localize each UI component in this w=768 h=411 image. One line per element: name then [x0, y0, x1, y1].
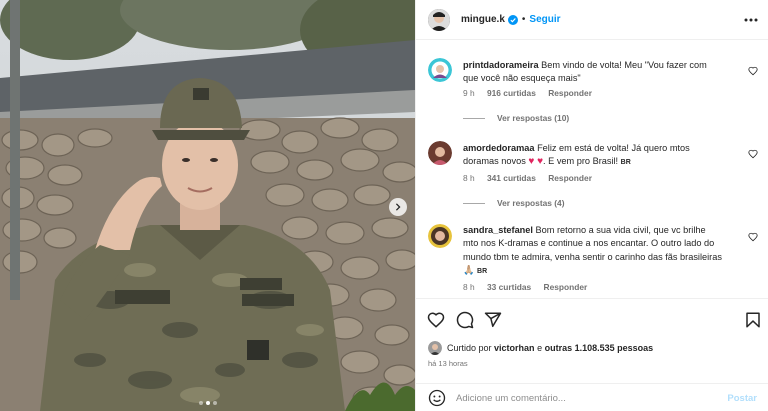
comment-meta: 9 h 916 curtidas Responder — [463, 88, 602, 98]
flag-emoji: BR — [620, 159, 631, 167]
post-header: mingue.k • Seguir — [416, 0, 768, 40]
comment-time: 9 h — [463, 88, 475, 98]
add-comment-bar: Postar — [416, 383, 768, 411]
carousel-dot-active — [205, 401, 210, 405]
liked-by-others[interactable]: outras 1.108.535 pessoas — [545, 343, 654, 353]
heart-icon[interactable] — [427, 311, 445, 329]
commenter-avatar[interactable] — [428, 141, 452, 165]
comment-like-icon[interactable] — [748, 149, 758, 159]
commenter-avatar[interactable] — [428, 58, 452, 82]
comment-username[interactable]: amordedoramaa — [463, 143, 535, 153]
comment-username[interactable]: printdadorameira — [463, 60, 539, 70]
post-photo[interactable] — [0, 0, 415, 411]
post-side-panel: mingue.k • Seguir printdadorameira Bem v… — [415, 0, 768, 411]
author-username[interactable]: mingue.k — [461, 14, 505, 25]
liked-by-and: e — [537, 343, 543, 353]
reply-button[interactable]: Responder — [548, 173, 592, 183]
view-replies-label: Ver respostas (4) — [497, 198, 565, 208]
comment-meta: 8 h 341 curtidas Responder — [463, 173, 602, 183]
reply-button[interactable]: Responder — [544, 282, 588, 292]
comments-list: printdadorameira Bem vindo de volta! Meu… — [416, 41, 768, 297]
post-comment-button[interactable]: Postar — [727, 393, 757, 404]
author-avatar[interactable] — [428, 8, 450, 31]
more-options-icon[interactable] — [743, 12, 759, 28]
soldier-saluting-image — [0, 0, 415, 411]
comment-text: amordedoramaa Feliz em está de volta! Já… — [463, 142, 723, 170]
verified-badge-icon — [507, 14, 518, 25]
replies-line — [463, 117, 485, 119]
comment-text: printdadorameira Bem vindo de volta! Meu… — [463, 59, 723, 86]
commenter-avatar[interactable] — [428, 224, 452, 248]
reply-button[interactable]: Responder — [548, 88, 592, 98]
carousel-next-button[interactable] — [389, 198, 407, 216]
comment-message-end: . E vem pro Brasil! — [543, 156, 619, 167]
comment-username[interactable]: sandra_stefanel — [463, 225, 533, 235]
carousel-dot — [212, 401, 217, 405]
replies-line — [463, 202, 485, 204]
post-actions: Curtido por victorhan e outras 1.108.535… — [416, 298, 768, 411]
bookmark-icon[interactable] — [744, 311, 762, 329]
view-replies-button[interactable]: Ver respostas (10) — [463, 113, 569, 123]
emoji-icon[interactable] — [428, 389, 446, 407]
carousel-indicator — [0, 401, 415, 405]
share-icon[interactable] — [484, 311, 502, 329]
comment-like-icon[interactable] — [748, 232, 758, 242]
comment-likes[interactable]: 916 curtidas — [487, 88, 536, 98]
heart-emoji: ♥ ♥ — [528, 156, 544, 168]
instagram-post-modal: mingue.k • Seguir printdadorameira Bem v… — [0, 0, 768, 411]
post-time[interactable]: há 13 horas — [428, 359, 468, 368]
comment-input[interactable] — [456, 392, 686, 404]
comment-meta: 8 h 33 curtidas Responder — [463, 282, 597, 292]
liked-by-prefix: Curtido por — [447, 343, 492, 353]
pray-emoji: 🙏🏼 — [463, 265, 475, 276]
separator-dot: • — [521, 14, 526, 25]
carousel-dot — [198, 401, 203, 405]
comment-time: 8 h — [463, 282, 475, 292]
comment-icon[interactable] — [456, 311, 474, 329]
view-replies-label: Ver respostas (10) — [497, 113, 570, 123]
flag-emoji: BR — [477, 268, 488, 276]
view-replies-button[interactable]: Ver respostas (4) — [463, 198, 565, 208]
likes-summary[interactable]: Curtido por victorhan e outras 1.108.535… — [428, 341, 653, 355]
comment-likes[interactable]: 33 curtidas — [487, 282, 531, 292]
liked-by-user[interactable]: victorhan — [494, 343, 535, 353]
chevron-right-icon — [395, 203, 401, 211]
follow-button[interactable]: Seguir — [529, 14, 560, 25]
comment-text: sandra_stefanel Bom retorno a sua vida c… — [463, 224, 723, 279]
liker-avatar — [428, 341, 442, 355]
comment-like-icon[interactable] — [748, 66, 758, 76]
comment-time: 8 h — [463, 173, 475, 183]
comment-likes[interactable]: 341 curtidas — [487, 173, 536, 183]
